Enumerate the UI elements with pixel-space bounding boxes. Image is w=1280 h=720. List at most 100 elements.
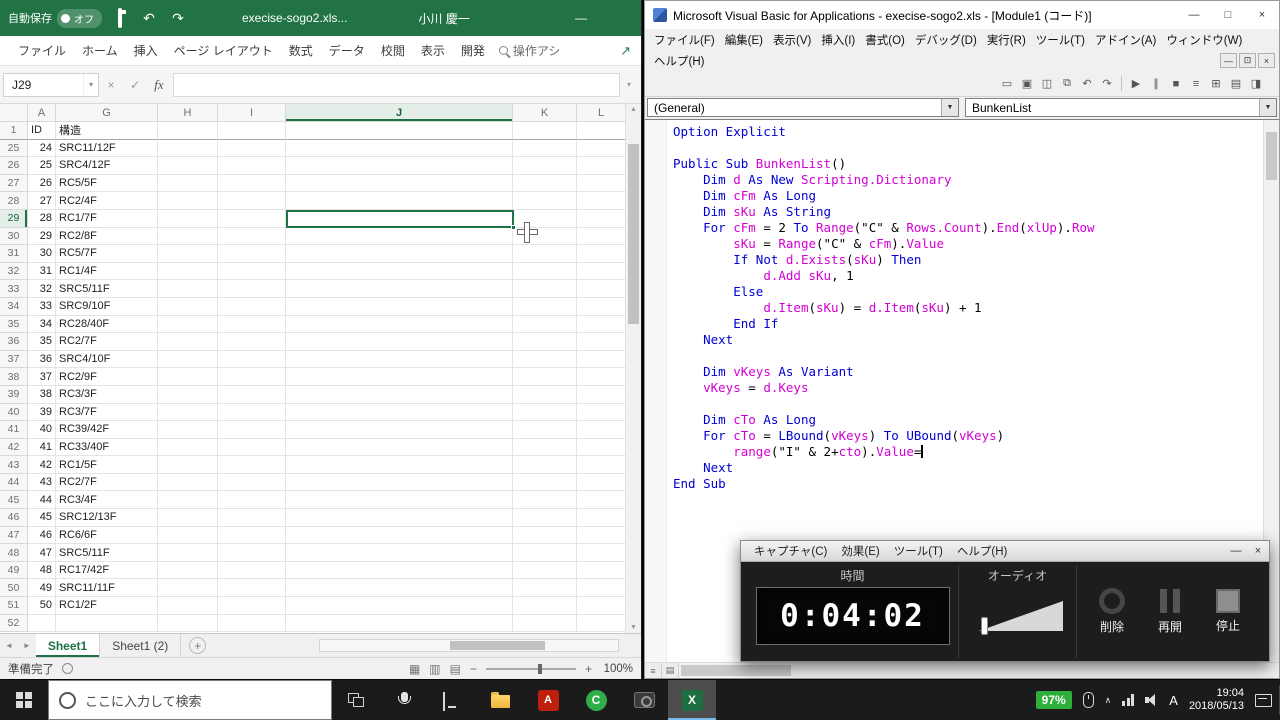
grid-cell[interactable]: RC17/42F xyxy=(56,562,158,580)
grid-cell[interactable] xyxy=(286,386,513,404)
resume-recording-button[interactable]: 再開 xyxy=(1142,588,1198,635)
row-header[interactable]: 46 xyxy=(0,509,28,527)
mdi-restore-button[interactable]: ⊡ xyxy=(1239,53,1256,68)
grid-cell[interactable] xyxy=(158,597,218,615)
grid-cell[interactable] xyxy=(158,351,218,369)
grid-cell[interactable]: 29 xyxy=(28,228,56,246)
grid-cell[interactable] xyxy=(218,615,286,633)
row-header[interactable]: 50 xyxy=(0,579,28,597)
grid-cell[interactable] xyxy=(158,333,218,351)
grid-cell[interactable]: SRC5/11F xyxy=(56,280,158,298)
grid-cell[interactable] xyxy=(286,280,513,298)
grid-cell[interactable] xyxy=(158,386,218,404)
toolbar-icon[interactable]: ▤ xyxy=(1227,75,1245,93)
row-header[interactable]: 25 xyxy=(0,140,28,158)
grid-cell[interactable]: 37 xyxy=(28,368,56,386)
grid-cell[interactable] xyxy=(577,280,626,298)
menu-item[interactable]: ヘルプ(H) xyxy=(649,53,709,69)
row-header[interactable]: 36 xyxy=(0,333,28,351)
grid-cell[interactable] xyxy=(286,368,513,386)
column-header[interactable]: G xyxy=(56,104,158,122)
grid-cell[interactable]: SRC9/10F xyxy=(56,298,158,316)
battery-tray-badge[interactable]: 97% xyxy=(1036,691,1072,709)
zoom-in-button[interactable]: + xyxy=(585,662,592,676)
sheet-tab[interactable]: Sheet1 xyxy=(36,634,100,657)
grid-cell[interactable] xyxy=(577,140,626,158)
grid-cell[interactable]: 31 xyxy=(28,263,56,281)
grid-cell[interactable] xyxy=(286,175,513,193)
grid-cell[interactable] xyxy=(513,491,577,509)
grid-cell[interactable] xyxy=(513,298,577,316)
autosave-pill[interactable]: オフ xyxy=(57,9,102,28)
excel-taskbar-button[interactable]: X xyxy=(668,680,716,720)
grid-cell[interactable] xyxy=(513,175,577,193)
grid-cell[interactable] xyxy=(158,210,218,228)
grid-cell[interactable] xyxy=(158,579,218,597)
grid-cell[interactable] xyxy=(577,298,626,316)
grid-cell[interactable] xyxy=(286,544,513,562)
ribbon-tab[interactable]: 校閲 xyxy=(373,36,413,66)
sheet-tab[interactable]: Sheet1 (2) xyxy=(100,634,181,657)
menu-item[interactable]: ヘルプ(H) xyxy=(950,543,1014,559)
grid-cell[interactable]: 構造 xyxy=(56,122,158,140)
ribbon-tab[interactable]: ファイル xyxy=(10,36,74,66)
menu-item[interactable]: ツール(T) xyxy=(1031,32,1090,48)
row-header[interactable]: 29 xyxy=(0,210,28,228)
grid-cell[interactable] xyxy=(158,245,218,263)
grid-cell[interactable] xyxy=(513,439,577,457)
menu-item[interactable]: 実行(R) xyxy=(982,32,1031,48)
grid-cell[interactable] xyxy=(286,351,513,369)
grid-cell[interactable] xyxy=(577,192,626,210)
row-header[interactable]: 42 xyxy=(0,439,28,457)
grid-cell[interactable] xyxy=(577,333,626,351)
grid-cell[interactable] xyxy=(577,228,626,246)
grid-cell[interactable] xyxy=(513,192,577,210)
grid-cell[interactable] xyxy=(218,562,286,580)
grid-cell[interactable] xyxy=(577,386,626,404)
row-header[interactable]: 41 xyxy=(0,421,28,439)
grid-cell[interactable] xyxy=(286,439,513,457)
grid-cell[interactable] xyxy=(513,527,577,545)
delete-recording-button[interactable]: 削除 xyxy=(1084,588,1140,635)
menu-item[interactable]: ツール(T) xyxy=(887,543,950,559)
grid-cell[interactable]: RC2/9F xyxy=(56,368,158,386)
grid-cell[interactable]: RC3/4F xyxy=(56,491,158,509)
toolbar-icon[interactable]: ■ xyxy=(1167,75,1185,93)
row-header[interactable]: 51 xyxy=(0,597,28,615)
vertical-scroll-thumb[interactable] xyxy=(628,144,639,324)
row-header[interactable]: 44 xyxy=(0,474,28,492)
grid-cell[interactable] xyxy=(286,491,513,509)
column-header[interactable]: K xyxy=(513,104,577,122)
camera-app-button[interactable] xyxy=(620,680,668,720)
grid-cell[interactable] xyxy=(218,175,286,193)
grid-cell[interactable] xyxy=(28,615,56,633)
grid-cell[interactable] xyxy=(158,368,218,386)
code-vertical-scroll-thumb[interactable] xyxy=(1266,132,1277,180)
pdf-app-button[interactable]: A xyxy=(524,680,572,720)
pinned-app-monitor[interactable] xyxy=(428,680,476,720)
grid-cell[interactable]: SRC4/10F xyxy=(56,351,158,369)
grid-cell[interactable] xyxy=(513,280,577,298)
row-header[interactable]: 32 xyxy=(0,263,28,281)
grid-cell[interactable]: 36 xyxy=(28,351,56,369)
toolbar-icon[interactable]: ↶ xyxy=(1078,75,1096,93)
grid-cell[interactable] xyxy=(218,404,286,422)
mouse-tray-icon[interactable] xyxy=(1083,692,1094,708)
grid-cell[interactable] xyxy=(513,245,577,263)
grid-cell[interactable] xyxy=(158,544,218,562)
grid-cell[interactable] xyxy=(286,474,513,492)
share-icon[interactable]: ↗ xyxy=(620,43,631,59)
toolbar-icon[interactable]: ◨ xyxy=(1247,75,1265,93)
grid-cell[interactable] xyxy=(513,263,577,281)
grid-cell[interactable] xyxy=(513,316,577,334)
row-header[interactable]: 33 xyxy=(0,280,28,298)
hidden-icons-chevron[interactable]: ∧ xyxy=(1105,695,1112,706)
grid-cell[interactable] xyxy=(158,527,218,545)
grid-cell[interactable] xyxy=(158,122,218,140)
dropdown-arrow-icon[interactable]: ▼ xyxy=(941,99,958,116)
object-dropdown[interactable]: (General) ▼ xyxy=(647,98,959,117)
ime-mode-indicator[interactable]: A xyxy=(1169,693,1178,708)
toolbar-icon[interactable]: ◫ xyxy=(1038,75,1056,93)
grid-cell[interactable]: RC2/4F xyxy=(56,192,158,210)
grid-cell[interactable] xyxy=(158,157,218,175)
